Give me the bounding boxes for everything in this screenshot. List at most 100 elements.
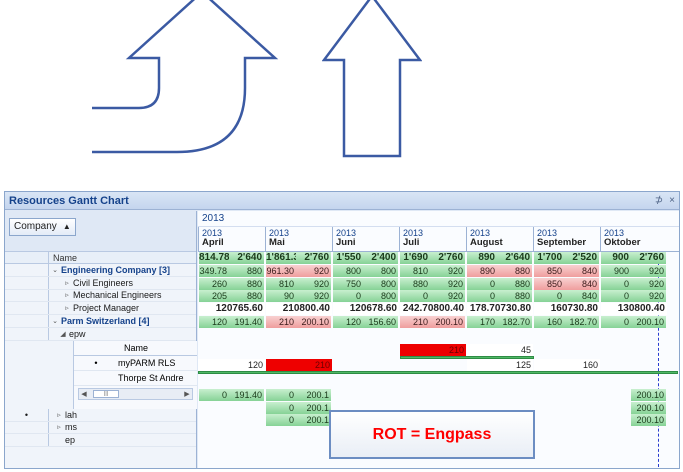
pin-icon[interactable]: ⊅ <box>655 195 663 206</box>
booked-value-cell[interactable]: 0 <box>266 414 296 427</box>
capacity-value-cell[interactable]: 920 <box>631 264 666 277</box>
capacity-value-cell[interactable]: 880 <box>229 277 264 290</box>
tree-row[interactable]: ▹ Mechanical Engineers <box>5 289 196 303</box>
capacity-value-cell[interactable]: 200.10 <box>631 316 666 328</box>
expand-icon[interactable]: ▹ <box>49 291 73 299</box>
total-value-cell[interactable]: 210800.40 <box>266 303 332 316</box>
scroll-right-icon[interactable]: ▶ <box>182 390 192 398</box>
booked-value-cell[interactable]: 349.78 <box>199 264 229 277</box>
overload-cell[interactable]: 210 <box>400 343 466 356</box>
capacity-value-cell[interactable]: 2'520 <box>564 252 599 264</box>
capacity-value-cell[interactable]: 2'760 <box>430 252 465 264</box>
booked-value-cell[interactable]: 260 <box>199 277 229 290</box>
booked-value-cell[interactable]: 1'690 <box>400 252 430 264</box>
booked-value-cell[interactable]: 961.30 <box>266 264 296 277</box>
capacity-value-cell[interactable]: 880 <box>229 264 264 277</box>
capacity-value-cell[interactable]: 182.70 <box>564 316 599 328</box>
capacity-value-cell[interactable]: 840 <box>564 264 599 277</box>
capacity-value-cell[interactable]: 920 <box>631 290 666 303</box>
tree-row[interactable]: ⌄ Engineering Company [3] <box>5 264 196 277</box>
capacity-value-cell[interactable]: 200.1 <box>296 414 331 427</box>
booked-value-cell[interactable]: 210 <box>266 316 296 328</box>
capacity-value-cell[interactable]: 200.10 <box>631 401 666 414</box>
capacity-value-cell[interactable]: 800 <box>363 264 398 277</box>
booked-value-cell[interactable]: 900 <box>601 252 631 264</box>
collapse-icon[interactable]: ⌄ <box>49 266 61 274</box>
allocation-cell[interactable]: 45 <box>467 343 533 356</box>
capacity-value-cell[interactable]: 200.1 <box>296 388 331 401</box>
booked-value-cell[interactable]: 900 <box>601 264 631 277</box>
capacity-value-cell[interactable]: 880 <box>497 264 532 277</box>
capacity-value-cell[interactable]: 840 <box>564 277 599 290</box>
overload-cell[interactable]: 210 <box>266 358 332 371</box>
expand-icon[interactable]: ▹ <box>49 423 65 431</box>
booked-value-cell[interactable]: 890 <box>467 264 497 277</box>
total-value-cell[interactable]: 242.70800.40 <box>400 303 466 316</box>
capacity-value-cell[interactable]: 191.40 <box>229 316 264 328</box>
capacity-value-cell[interactable]: 920 <box>296 277 331 290</box>
booked-value-cell[interactable]: 0 <box>601 277 631 290</box>
booked-value-cell[interactable]: 814.78 <box>199 252 229 264</box>
capacity-value-cell[interactable]: 2'760 <box>631 252 666 264</box>
name-column-header[interactable]: Name <box>49 252 77 263</box>
total-value-cell[interactable]: 120678.60 <box>333 303 399 316</box>
total-value-cell[interactable]: 130800.40 <box>601 303 667 316</box>
nested-name-header[interactable]: Name <box>74 341 197 356</box>
total-value-cell[interactable]: 160730.80 <box>534 303 600 316</box>
close-icon[interactable]: × <box>669 195 675 206</box>
allocation-cell[interactable]: 125 <box>467 358 533 371</box>
capacity-value-cell[interactable]: 840 <box>564 290 599 303</box>
gantt-bar[interactable] <box>198 370 678 374</box>
booked-value-cell[interactable]: 90 <box>266 290 296 303</box>
horizontal-scrollbar[interactable]: ◀ ||| ▶ <box>78 387 193 400</box>
capacity-value-cell[interactable]: 800 <box>363 290 398 303</box>
booked-value-cell[interactable]: 0 <box>467 290 497 303</box>
booked-value-cell[interactable]: 0 <box>266 401 296 414</box>
booked-value-cell[interactable]: 120 <box>199 316 229 328</box>
capacity-value-cell[interactable]: 200.10 <box>631 388 666 401</box>
booked-value-cell[interactable]: 0 <box>467 277 497 290</box>
booked-value-cell[interactable]: 0 <box>333 290 363 303</box>
tree-row[interactable]: ▹ ms <box>5 421 196 435</box>
booked-value-cell[interactable]: 0 <box>534 290 564 303</box>
capacity-value-cell[interactable]: 2'640 <box>229 252 264 264</box>
tree-row[interactable]: ◢ epw <box>5 327 196 341</box>
booked-value-cell[interactable]: 810 <box>266 277 296 290</box>
capacity-value-cell[interactable]: 880 <box>497 277 532 290</box>
collapse-icon[interactable]: ⌄ <box>49 317 61 325</box>
capacity-value-cell[interactable]: 2'640 <box>497 252 532 264</box>
capacity-value-cell[interactable]: 920 <box>430 277 465 290</box>
expand-icon[interactable]: ▹ <box>49 304 73 312</box>
capacity-value-cell[interactable]: 191.40 <box>229 388 264 401</box>
scroll-thumb[interactable]: ||| <box>93 389 119 398</box>
tree-row[interactable]: ▹ Civil Engineers <box>5 276 196 290</box>
capacity-value-cell[interactable]: 920 <box>430 290 465 303</box>
capacity-value-cell[interactable]: 920 <box>296 290 331 303</box>
booked-value-cell[interactable]: 0 <box>601 316 631 328</box>
nested-row[interactable]: Thorpe St Andre <box>74 371 197 386</box>
booked-value-cell[interactable]: 0 <box>266 388 296 401</box>
booked-value-cell[interactable]: 1'550 <box>333 252 363 264</box>
tree-row[interactable]: ep <box>5 434 196 448</box>
capacity-value-cell[interactable]: 182.70 <box>497 316 532 328</box>
capacity-value-cell[interactable]: 920 <box>430 264 465 277</box>
capacity-value-cell[interactable]: 2'400 <box>363 252 398 264</box>
tree-row[interactable]: ▹ Project Manager <box>5 302 196 316</box>
booked-value-cell[interactable]: 800 <box>333 264 363 277</box>
capacity-value-cell[interactable]: 800 <box>363 277 398 290</box>
booked-value-cell[interactable]: 0 <box>400 290 430 303</box>
booked-value-cell[interactable]: 210 <box>400 316 430 328</box>
booked-value-cell[interactable]: 880 <box>400 277 430 290</box>
booked-value-cell[interactable]: 890 <box>467 252 497 264</box>
capacity-value-cell[interactable]: 200.10 <box>296 316 331 328</box>
capacity-value-cell[interactable]: 920 <box>631 277 666 290</box>
booked-value-cell[interactable]: 160 <box>534 316 564 328</box>
capacity-value-cell[interactable]: 156.60 <box>363 316 398 328</box>
booked-value-cell[interactable]: 120 <box>333 316 363 328</box>
booked-value-cell[interactable]: 1'700 <box>534 252 564 264</box>
booked-value-cell[interactable]: 850 <box>534 264 564 277</box>
allocation-cell[interactable]: 120 <box>198 358 265 371</box>
tree-row[interactable]: ⌄ Parm Switzerland [4] <box>5 315 196 328</box>
scroll-left-icon[interactable]: ◀ <box>79 390 89 398</box>
group-by-company-button[interactable]: Company ▲ <box>9 217 76 236</box>
